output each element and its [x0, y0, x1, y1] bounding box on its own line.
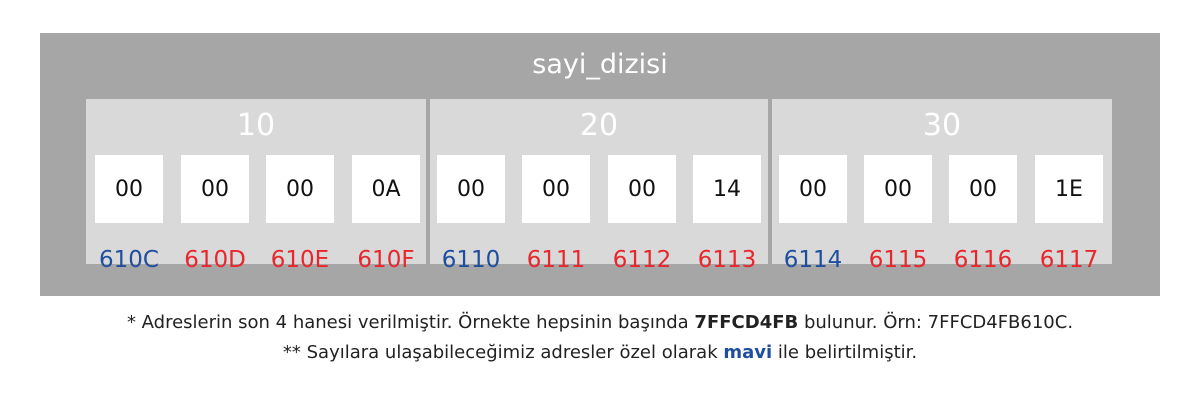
element-value: 20	[579, 108, 619, 143]
byte-cell: 00	[95, 155, 163, 223]
address-label: 6117	[1039, 247, 1099, 273]
byte-cell: 00	[522, 155, 590, 223]
address-label: 610E	[270, 247, 330, 273]
highlight-word: mavi	[723, 342, 773, 363]
byte-cell: 00	[779, 155, 847, 223]
footnote-2: ** Sayılara ulaşabileceğimiz adresler öz…	[282, 342, 918, 363]
byte-cell: 00	[864, 155, 932, 223]
address-label: 610D	[184, 247, 246, 273]
byte-cell: 00	[949, 155, 1017, 223]
byte-cell: 00	[437, 155, 505, 223]
address-label: 6113	[697, 247, 757, 273]
address-label: 6116	[953, 247, 1013, 273]
address-label: 6115	[868, 247, 928, 273]
footnotes: * Adreslerin son 4 hanesi verilmiştir. Ö…	[0, 308, 1200, 368]
footnote-1: * Adreslerin son 4 hanesi verilmiştir. Ö…	[126, 312, 1074, 333]
address-label: 6112	[612, 247, 672, 273]
address-label: 610F	[357, 247, 415, 273]
address-label: 6111	[526, 247, 586, 273]
address-label-highlighted: 610C	[99, 247, 159, 273]
byte-cell: 0A	[352, 155, 420, 223]
element-value: 10	[236, 108, 276, 143]
element-value: 30	[922, 108, 962, 143]
array-panel: sayi_dizisi 10 20 30 00 00 00 0A 00 00 0…	[40, 33, 1160, 296]
byte-cell: 00	[608, 155, 676, 223]
address-prefix: 7FFCD4FB	[694, 312, 799, 333]
byte-cell: 1E	[1035, 155, 1103, 223]
byte-cell: 00	[181, 155, 249, 223]
address-label-highlighted: 6110	[441, 247, 501, 273]
address-label-highlighted: 6114	[783, 247, 843, 273]
byte-cell: 14	[693, 155, 761, 223]
byte-cell: 00	[266, 155, 334, 223]
array-name: sayi_dizisi	[532, 49, 668, 80]
